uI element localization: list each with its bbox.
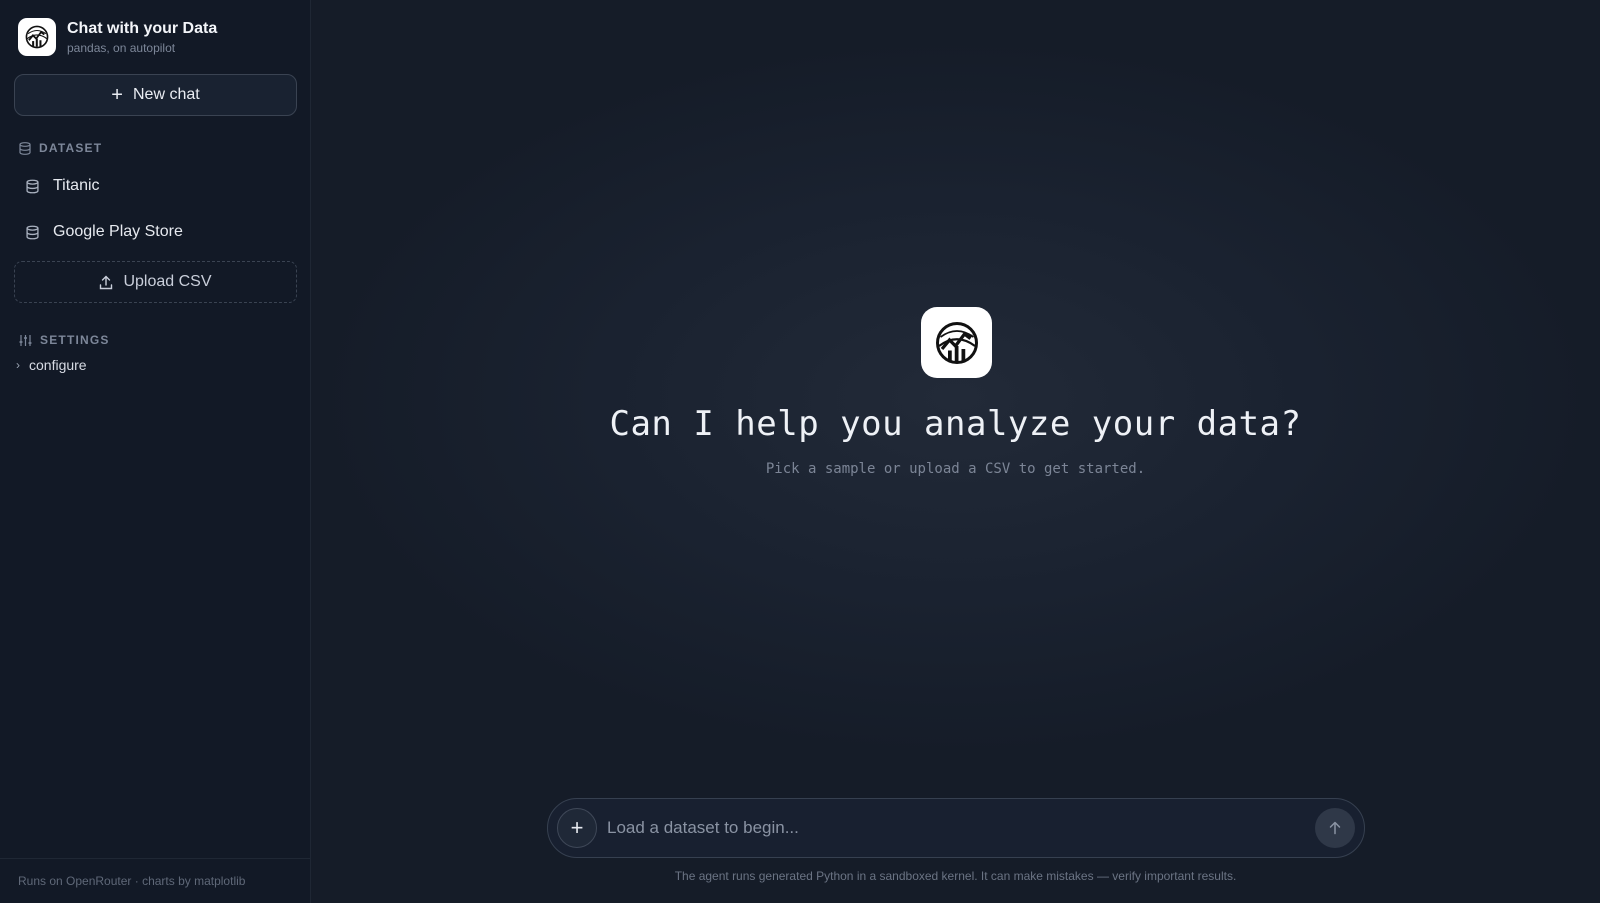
database-icon [26,225,39,239]
upload-icon [100,275,113,289]
configure-label: configure [29,357,87,373]
upload-csv-button[interactable]: Upload CSV [14,261,297,303]
dataset-item-titanic[interactable]: Titanic [26,172,100,200]
app-subtitle: pandas, on autopilot [67,40,176,55]
dataset-label-text: DATASET [39,141,103,155]
database-icon [26,179,39,193]
attach-button[interactable]: + [557,808,597,848]
dataset-item-label: Titanic [53,177,100,194]
brand: Chat with your Data pandas, on autopilot [18,18,217,56]
brand-logo-icon [18,18,56,56]
disclaimer: The agent runs generated Python in a san… [674,869,1237,883]
upload-csv-label: Upload CSV [123,273,212,290]
hero-title: Can I help you analyze your data? [609,404,1302,444]
chevron-right-icon: › [16,358,20,372]
hero-logo-icon [921,307,992,378]
footer-text: Runs on OpenRouter · charts by matplotli… [18,874,246,888]
sidebar-footer: Runs on OpenRouter · charts by matplotli… [0,858,310,903]
sidebar: Chat with your Data pandas, on autopilot… [0,0,311,903]
plus-icon: + [570,815,584,840]
chat-input[interactable] [607,818,1315,838]
dataset-section-label: DATASET [19,141,102,155]
configure-toggle[interactable]: › configure [16,357,87,373]
plus-icon: + [111,84,123,106]
dataset-item-google-play-store[interactable]: Google Play Store [26,218,183,246]
settings-label-text: SETTINGS [40,333,110,347]
hero-subtitle: Pick a sample or upload a CSV to get sta… [765,461,1146,477]
new-chat-button[interactable]: + New chat [14,74,297,116]
app-root: Chat with your Data pandas, on autopilot… [0,0,1600,903]
dataset-item-label: Google Play Store [53,223,183,240]
arrow-up-icon [1329,821,1341,835]
settings-section-label: SETTINGS [19,333,110,347]
app-title: Chat with your Data [67,19,218,37]
database-icon [19,141,31,155]
chat-composer: + [547,798,1365,858]
send-button[interactable] [1315,808,1355,848]
main-panel: Can I help you analyze your data? Pick a… [311,0,1600,903]
brand-text: Chat with your Data pandas, on autopilot [67,19,217,56]
sliders-icon [19,334,32,346]
new-chat-label: New chat [132,86,200,103]
